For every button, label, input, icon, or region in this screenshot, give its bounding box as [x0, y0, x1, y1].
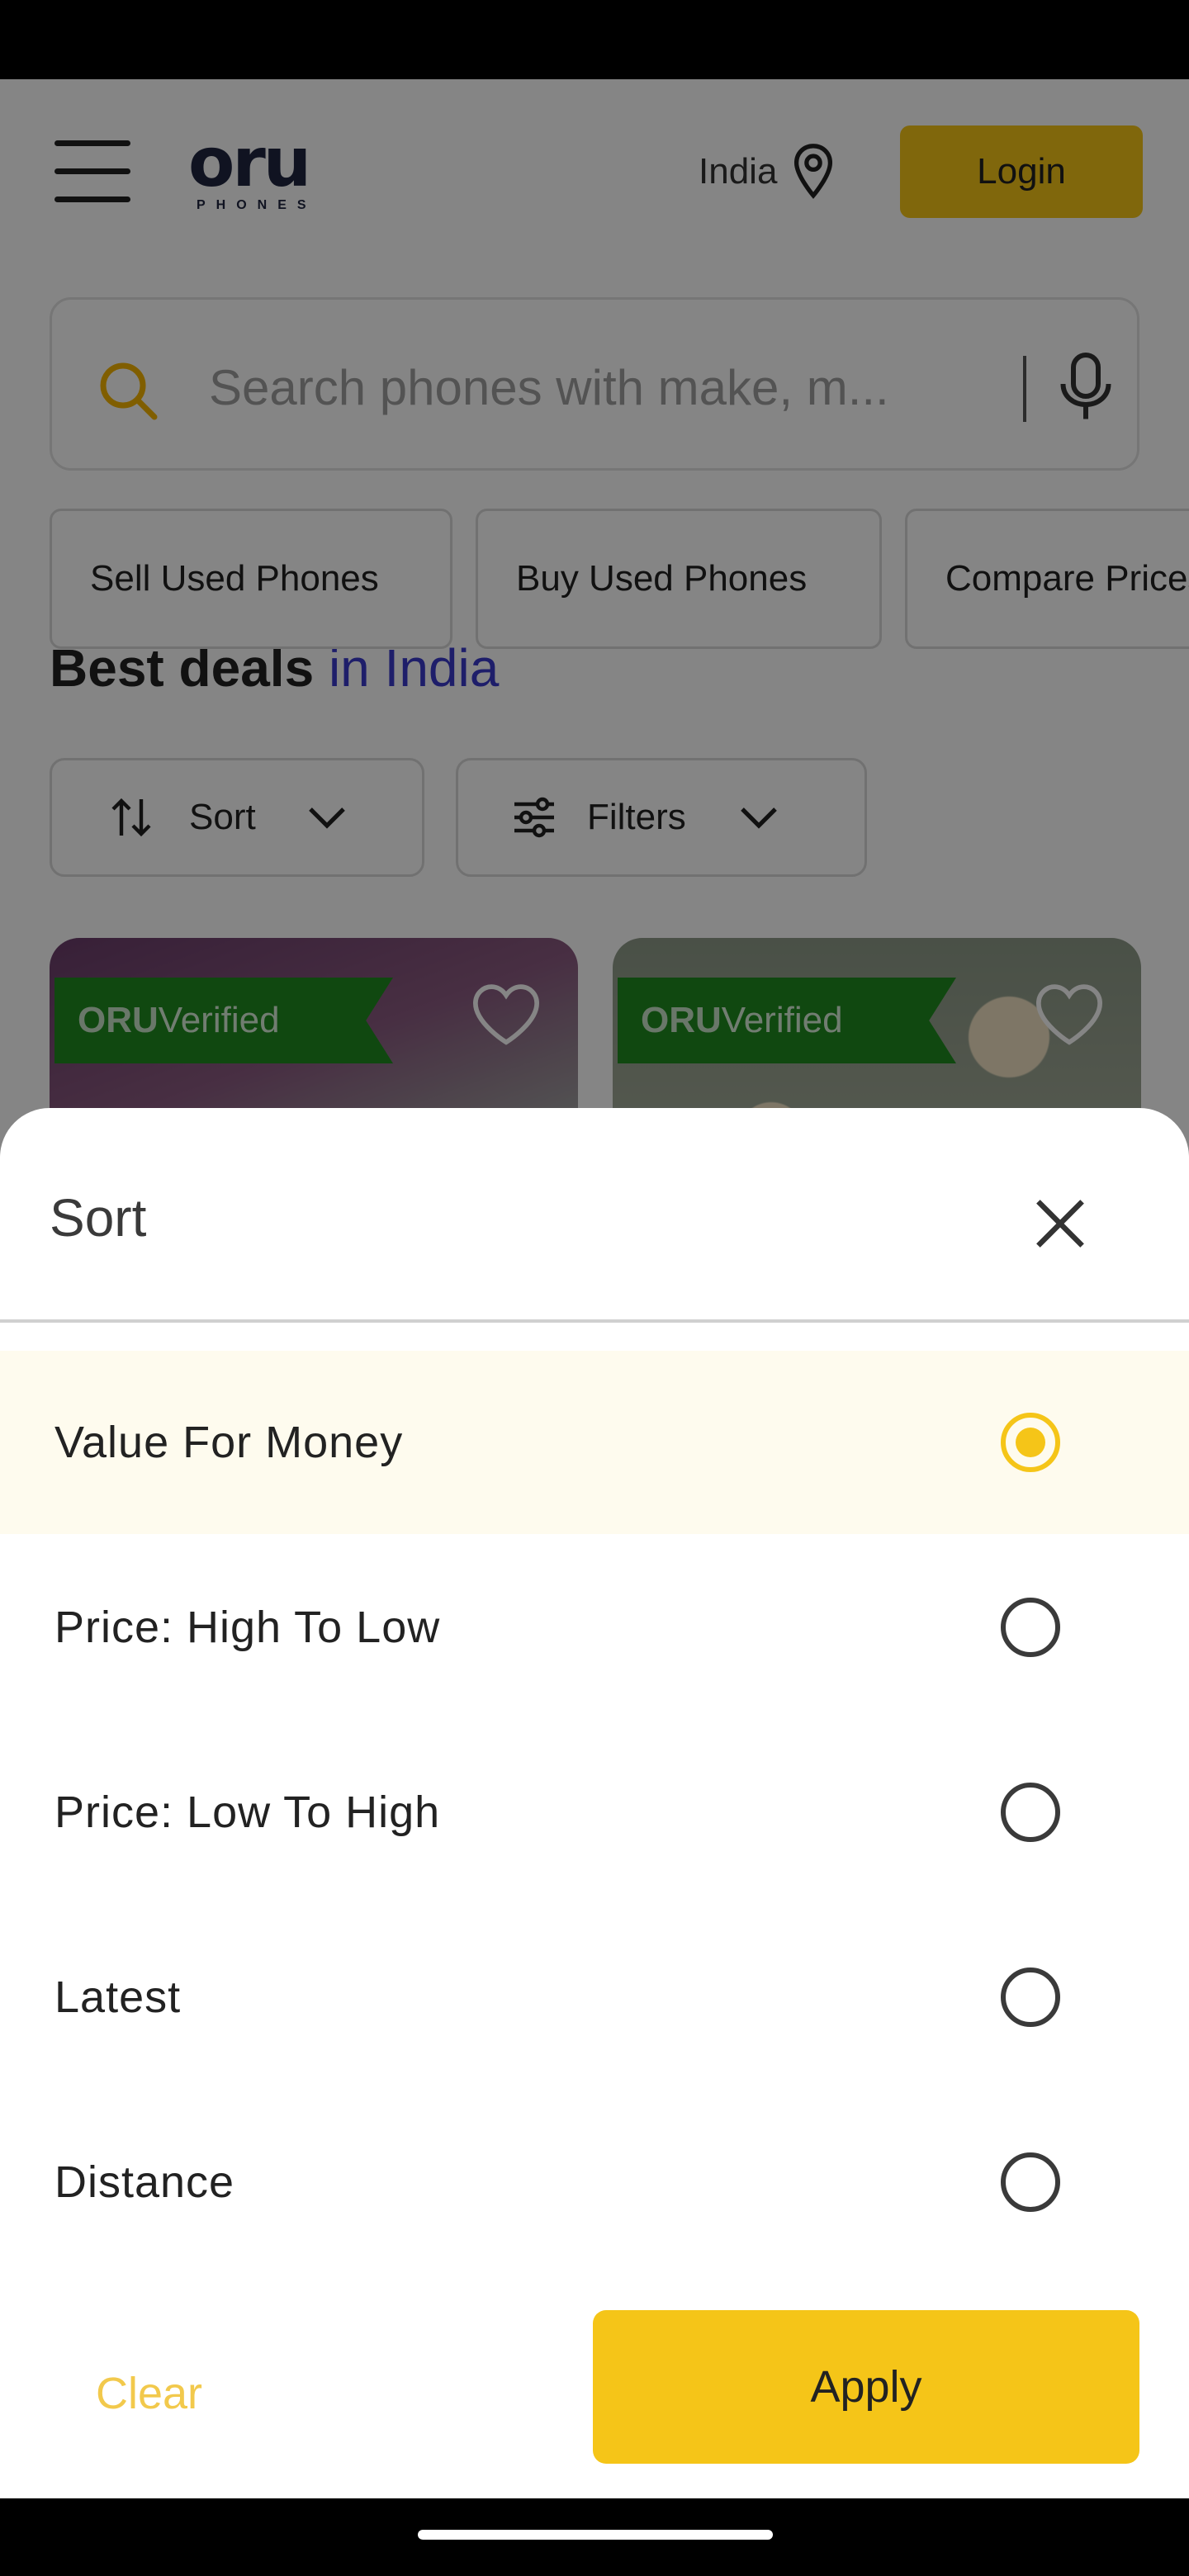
sort-option-price-high-to-low[interactable]: Price: High To Low [0, 1536, 1189, 1719]
radio-button[interactable] [1001, 1968, 1060, 2027]
sort-option-label: Value For Money [54, 1418, 404, 1467]
sheet-divider [0, 1319, 1189, 1323]
radio-button[interactable] [1001, 1783, 1060, 1842]
radio-button-selected[interactable] [1001, 1413, 1060, 1472]
sort-option-latest[interactable]: Latest [0, 1906, 1189, 2089]
status-bar [0, 0, 1189, 79]
sort-sheet-title: Sort [50, 1188, 147, 1248]
close-icon[interactable] [1029, 1192, 1092, 1255]
apply-button[interactable]: Apply [593, 2310, 1139, 2464]
sort-option-label: Latest [54, 1972, 182, 2022]
sort-bottom-sheet: Sort Value For Money Price: High To Low … [0, 1108, 1189, 2498]
sort-option-label: Price: High To Low [54, 1603, 441, 1652]
radio-button[interactable] [1001, 1598, 1060, 1657]
sort-option-value-for-money[interactable]: Value For Money [0, 1351, 1189, 1534]
sort-option-label: Distance [54, 2157, 235, 2207]
clear-button[interactable]: Clear [96, 2368, 202, 2419]
radio-button[interactable] [1001, 2152, 1060, 2212]
sort-option-distance[interactable]: Distance [0, 2091, 1189, 2274]
home-indicator[interactable] [418, 2530, 773, 2540]
sort-option-label: Price: Low To High [54, 1788, 441, 1837]
sort-option-price-low-to-high[interactable]: Price: Low To High [0, 1721, 1189, 1904]
